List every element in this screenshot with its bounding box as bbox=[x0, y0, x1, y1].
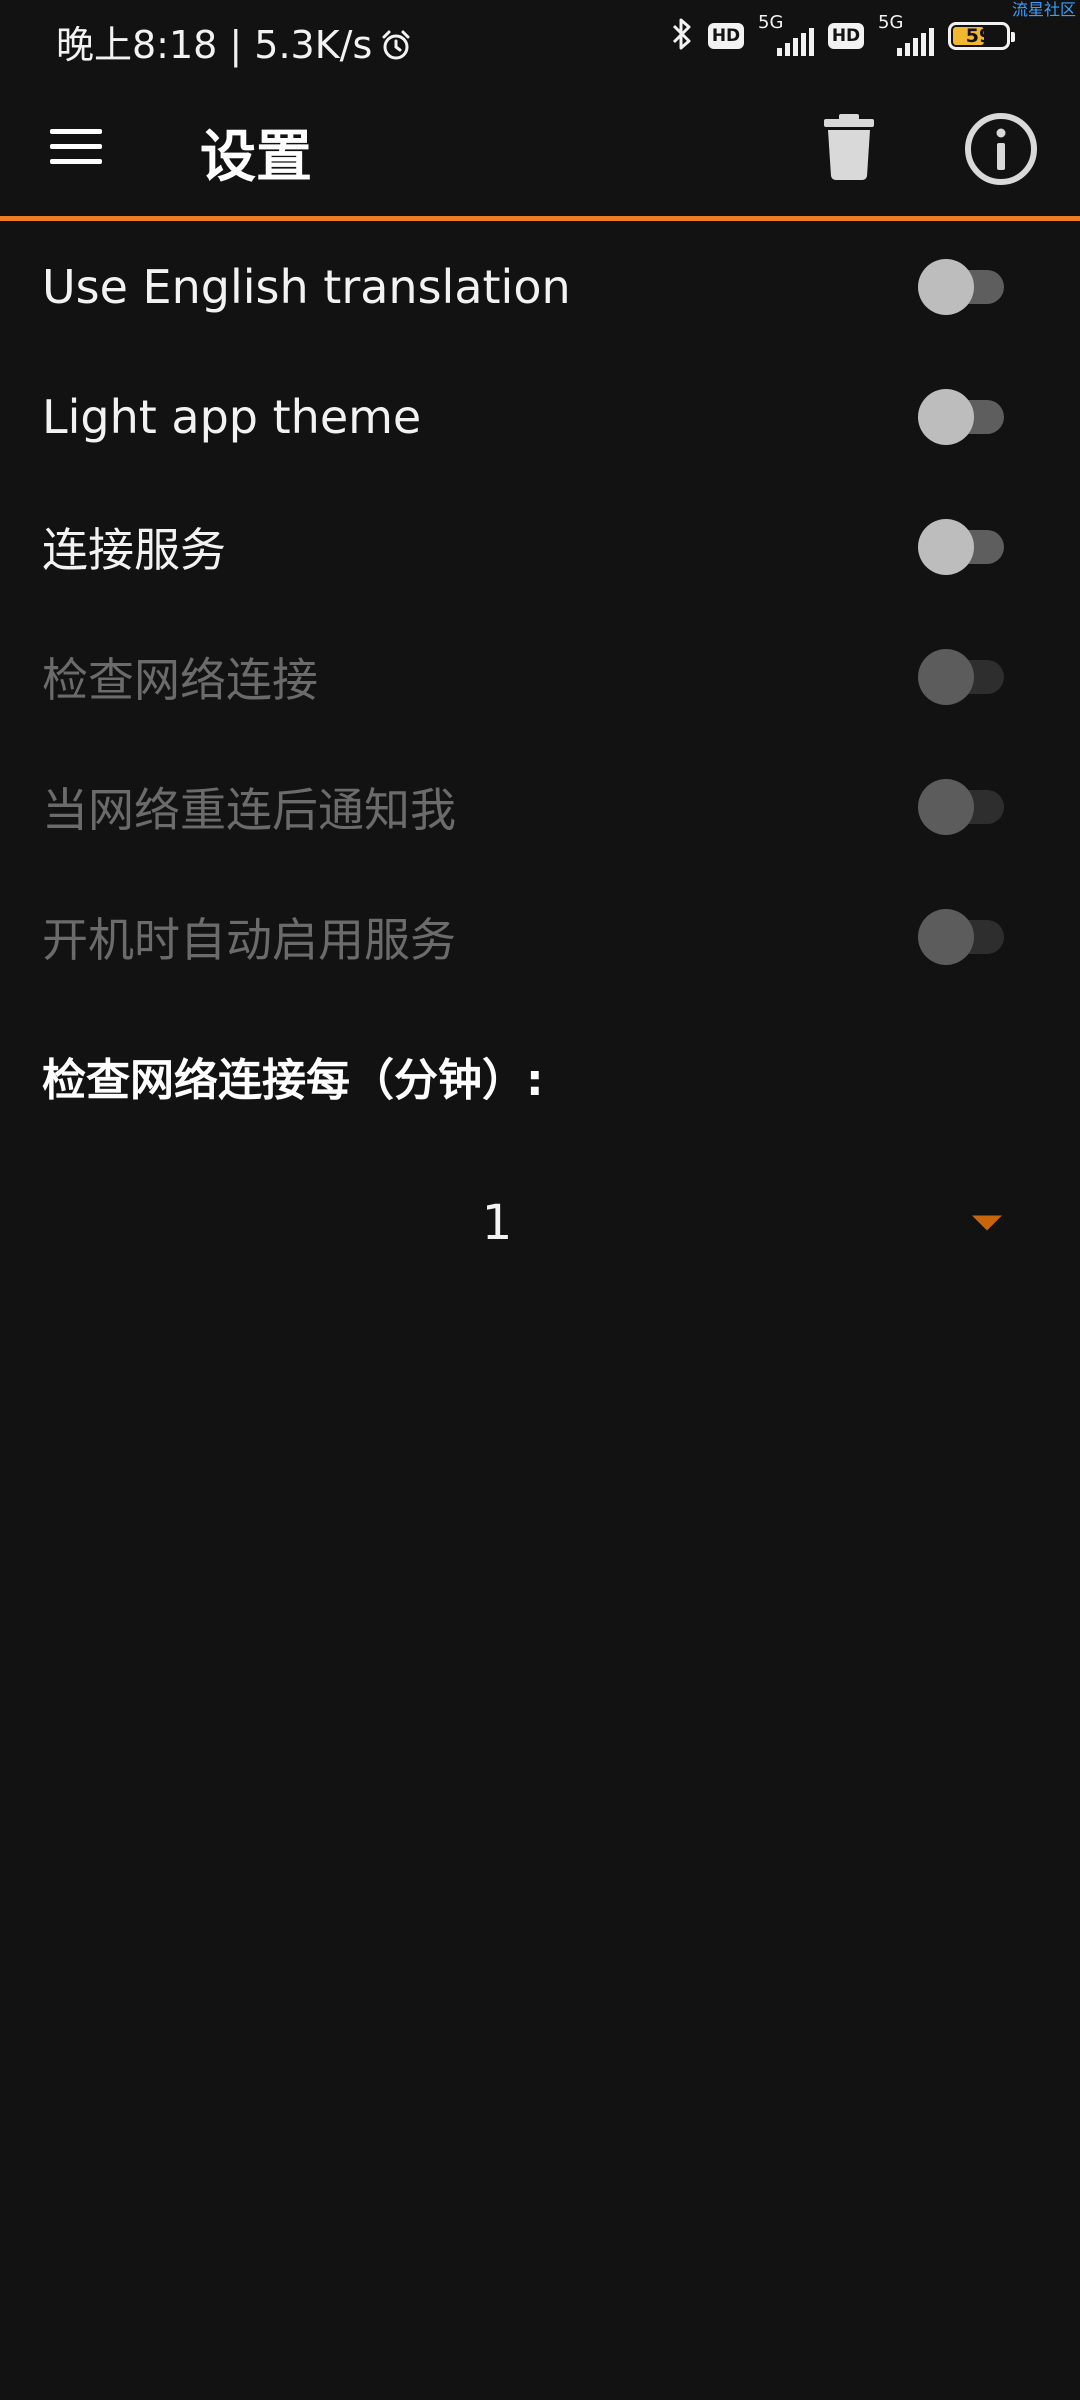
switch-thumb bbox=[918, 909, 974, 965]
switch-thumb bbox=[918, 779, 974, 835]
info-icon[interactable] bbox=[958, 106, 1044, 192]
toggle-switch[interactable] bbox=[918, 259, 1008, 315]
interval-dropdown[interactable]: 1 bbox=[42, 1168, 1012, 1278]
trash-icon[interactable] bbox=[806, 104, 892, 190]
signal-icon: 5G bbox=[758, 12, 814, 56]
setting-connect-service[interactable]: 连接服务 bbox=[0, 482, 1080, 612]
toggle-switch bbox=[918, 909, 1008, 965]
interval-section-header: 检查网络连接每（分钟）: bbox=[42, 1055, 544, 1106]
settings-list: Use English translation Light app theme … bbox=[0, 222, 1080, 1002]
bluetooth-icon bbox=[670, 16, 694, 56]
setting-label: 开机时自动启用服务 bbox=[42, 913, 456, 967]
switch-thumb bbox=[918, 259, 974, 315]
switch-thumb bbox=[918, 519, 974, 575]
battery-percent: 59 bbox=[965, 25, 993, 47]
watermark: 流星社区 bbox=[1011, 0, 1076, 19]
setting-label: 连接服务 bbox=[42, 523, 226, 577]
toolbar: 设置 bbox=[0, 76, 1080, 218]
page-title: 设置 bbox=[200, 125, 312, 190]
setting-notify-reconnect: 当网络重连后通知我 bbox=[0, 742, 1080, 872]
status-right: HD 5G HD 5G 59 bbox=[670, 12, 1015, 56]
setting-label: Light app theme bbox=[42, 390, 422, 444]
switch-thumb bbox=[918, 649, 974, 705]
battery-icon: 59 bbox=[948, 22, 1015, 50]
status-time-speed: 晚上8:18 | 5.3K/s bbox=[56, 23, 373, 67]
hamburger-menu-icon[interactable] bbox=[28, 104, 124, 190]
setting-label: 检查网络连接 bbox=[42, 653, 318, 707]
interval-selected-value: 1 bbox=[481, 1195, 513, 1251]
hd-badge-2: HD bbox=[828, 23, 864, 49]
setting-check-network: 检查网络连接 bbox=[0, 612, 1080, 742]
status-bar: 晚上8:18 | 5.3K/s HD 5G HD 5G 59 流星社区 bbox=[0, 0, 1080, 76]
setting-use-english[interactable]: Use English translation bbox=[0, 222, 1080, 352]
toggle-switch[interactable] bbox=[918, 389, 1008, 445]
setting-label: 当网络重连后通知我 bbox=[42, 783, 456, 837]
signal-icon-2: 5G bbox=[878, 12, 934, 56]
toolbar-accent-divider bbox=[0, 216, 1080, 221]
toggle-switch bbox=[918, 779, 1008, 835]
dropdown-arrow-icon bbox=[972, 1215, 1002, 1231]
setting-light-theme[interactable]: Light app theme bbox=[0, 352, 1080, 482]
toggle-switch bbox=[918, 649, 1008, 705]
switch-thumb bbox=[918, 389, 974, 445]
settings-screen: 晚上8:18 | 5.3K/s HD 5G HD 5G 59 流星社区 设置 U… bbox=[0, 0, 1080, 2400]
toggle-switch[interactable] bbox=[918, 519, 1008, 575]
hd-badge: HD bbox=[708, 23, 744, 49]
setting-label: Use English translation bbox=[42, 260, 571, 314]
alarm-icon bbox=[380, 26, 412, 59]
setting-autostart-service: 开机时自动启用服务 bbox=[0, 872, 1080, 1002]
status-left: 晚上8:18 | 5.3K/s bbox=[56, 14, 412, 69]
